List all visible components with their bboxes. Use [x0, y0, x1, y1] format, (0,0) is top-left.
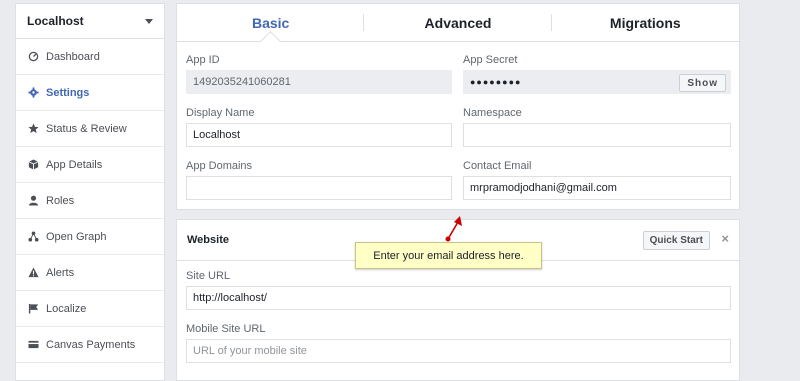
sidebar-item-localize[interactable]: Localize: [16, 291, 164, 327]
namespace-label: Namespace: [463, 107, 522, 119]
close-icon[interactable]: ×: [721, 232, 729, 246]
site-url-input[interactable]: http://localhost/: [186, 286, 731, 310]
active-tab-indicator: [259, 30, 281, 53]
sidebar-item-dashboard[interactable]: Dashboard: [16, 39, 164, 75]
graph-icon: [27, 231, 39, 243]
annotation-arrow: [445, 216, 462, 242]
contact-email-label: Contact Email: [463, 160, 532, 172]
sidebar-item-settings[interactable]: Settings: [16, 75, 164, 111]
quick-start-button[interactable]: Quick Start: [642, 231, 710, 250]
sidebar-item-label: Settings: [46, 86, 90, 99]
cube-icon: [27, 159, 39, 171]
website-title: Website: [187, 234, 229, 246]
tab-migrations[interactable]: Migrations: [552, 4, 739, 41]
app-domains-input[interactable]: [186, 176, 452, 200]
credit-card-icon: [27, 339, 39, 351]
sidebar-item-roles[interactable]: Roles: [16, 183, 164, 219]
sidebar-item-label: Status & Review: [46, 122, 127, 135]
contact-email-input[interactable]: mrpramodjodhani@gmail.com: [463, 176, 731, 200]
sidebar-item-alerts[interactable]: Alerts: [16, 255, 164, 291]
site-url-value: http://localhost/: [193, 292, 267, 304]
display-name-input[interactable]: Localhost: [186, 123, 452, 147]
sidebar-item-canvas-payments[interactable]: Canvas Payments: [16, 327, 164, 363]
basic-settings-card: Basic Advanced Migrations App ID 1492035…: [176, 3, 740, 210]
display-name-label: Display Name: [186, 107, 255, 119]
app-selector[interactable]: Localhost: [16, 4, 164, 39]
tooltip-text: Enter your email address here.: [373, 249, 524, 262]
site-url-label: Site URL: [186, 270, 231, 282]
sidebar: Localhost Dashboard Settings Status & Re…: [15, 3, 165, 381]
sidebar-item-label: Dashboard: [46, 50, 100, 63]
tab-label: Advanced: [424, 14, 492, 31]
star-icon: [27, 123, 39, 135]
contact-email-value: mrpramodjodhani@gmail.com: [470, 182, 617, 194]
app-secret-field: ●●●●●●●● Show: [463, 70, 731, 94]
sidebar-item-label: App Details: [46, 158, 103, 171]
warning-icon: [27, 267, 39, 279]
app-id-value: 1492035241060281: [193, 76, 291, 88]
sidebar-item-status-review[interactable]: Status & Review: [16, 111, 164, 147]
app-id-field: 1492035241060281: [186, 70, 452, 94]
dashboard-icon: [27, 51, 39, 63]
sidebar-item-label: Alerts: [46, 266, 75, 279]
sidebar-item-label: Localize: [46, 302, 87, 315]
tab-label: Migrations: [609, 14, 681, 31]
caret-down-icon[interactable]: [145, 18, 153, 24]
mobile-site-url-input[interactable]: URL of your mobile site: [186, 339, 731, 363]
tab-label: Basic: [251, 14, 290, 31]
flag-icon: [27, 303, 39, 315]
sidebar-item-open-graph[interactable]: Open Graph: [16, 219, 164, 255]
app-secret-label: App Secret: [463, 54, 518, 66]
gear-icon: [27, 87, 39, 99]
namespace-input[interactable]: [463, 123, 731, 147]
sidebar-item-label: Roles: [46, 194, 75, 207]
app-domains-label: App Domains: [186, 160, 253, 172]
app-name: Localhost: [27, 14, 84, 28]
tab-advanced[interactable]: Advanced: [364, 4, 552, 41]
app-id-label: App ID: [186, 54, 220, 66]
display-name-value: Localhost: [193, 129, 241, 141]
mobile-site-url-label: Mobile Site URL: [186, 323, 266, 335]
mobile-site-url-placeholder: URL of your mobile site: [193, 345, 307, 357]
email-hint-tooltip: Enter your email address here.: [355, 242, 542, 269]
sidebar-item-label: Canvas Payments: [46, 338, 136, 351]
show-secret-button[interactable]: Show: [679, 74, 726, 92]
app-secret-value: ●●●●●●●●: [470, 77, 522, 87]
person-icon: [27, 195, 39, 207]
sidebar-item-app-details[interactable]: App Details: [16, 147, 164, 183]
sidebar-item-label: Open Graph: [46, 230, 107, 243]
tab-bar: Basic Advanced Migrations: [177, 4, 739, 53]
tab-basic[interactable]: Basic: [177, 4, 365, 53]
